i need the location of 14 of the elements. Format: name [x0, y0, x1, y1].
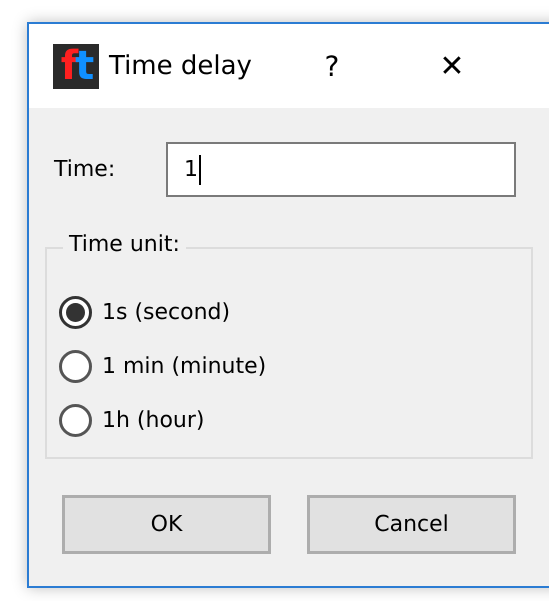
- radio-label: 1 min (minute): [102, 354, 266, 378]
- radio-button[interactable]: [59, 404, 92, 436]
- close-button[interactable]: ✕: [432, 48, 472, 84]
- ok-button[interactable]: OK: [62, 495, 271, 554]
- help-button[interactable]: ?: [312, 50, 352, 82]
- time-label: Time:: [54, 157, 116, 182]
- radio-label: 1h (hour): [102, 408, 204, 432]
- cancel-button[interactable]: Cancel: [307, 495, 516, 554]
- app-logo: ft: [53, 44, 99, 88]
- radio-button[interactable]: [59, 296, 92, 328]
- time-field[interactable]: 1: [166, 142, 516, 197]
- radio-button[interactable]: [59, 350, 92, 382]
- radio-label: 1s (second): [102, 300, 230, 324]
- window-title: Time delay: [109, 51, 252, 81]
